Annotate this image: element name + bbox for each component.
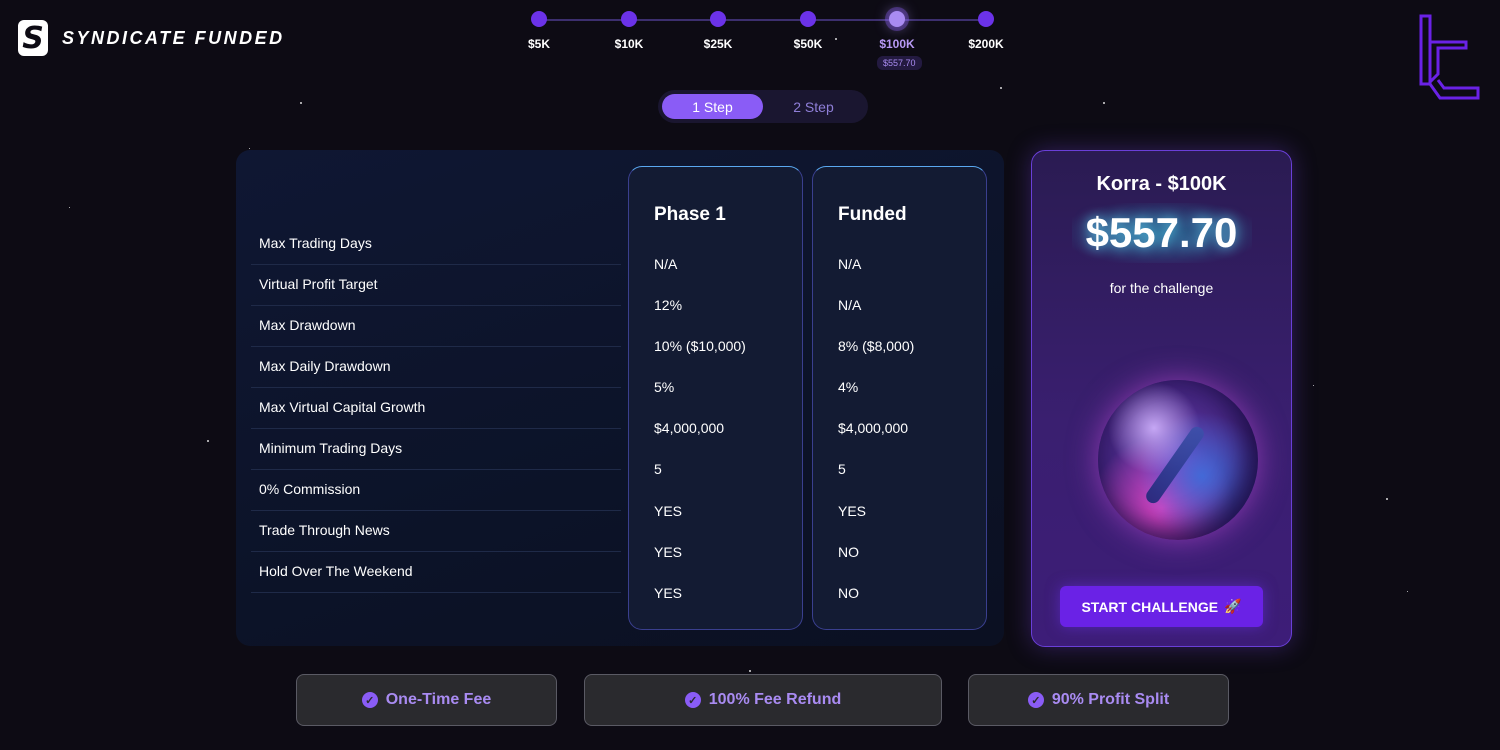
star [69,207,70,208]
slider-stop-label: $25K [703,37,733,51]
star [207,440,209,442]
column-cell: NO [838,544,859,560]
star [1386,498,1388,500]
star [1313,385,1314,386]
slider-dot-active[interactable] [889,11,905,27]
star [249,148,250,149]
feature-profit-split: ✓ 90% Profit Split [968,674,1229,726]
corner-brand-icon [1419,14,1480,100]
slider-stop-25k[interactable]: $25K [688,11,748,51]
challenge-title: Korra - $100K [1096,173,1227,195]
column-cell: YES [838,503,867,519]
planet-image [1098,380,1258,540]
star [1407,591,1408,592]
column-cell: 4% [838,379,859,395]
slider-stop-10k[interactable]: $10K [599,11,659,51]
brand-name: SYNDICATE FUNDED [62,27,285,48]
column-title: Phase 1 [654,204,726,225]
slider-stop-label: $10K [614,37,644,51]
column-cell: 5 [654,461,662,477]
challenge-price: $557.70 [1085,209,1238,256]
slider-price-tag: $557.70 [877,56,922,70]
account-size-slider[interactable]: $5K $10K $25K $50K $100K $200K $557.70 [520,8,1010,78]
slider-stop-5k[interactable]: $5K [509,11,569,51]
rule-label: Max Drawdown [251,306,621,347]
check-badge-icon: ✓ [684,692,701,708]
slider-dot[interactable] [710,11,726,27]
rules-table-panel: Max Trading Days Virtual Profit Target M… [236,150,1004,646]
slider-stop-label: $200K [968,37,1004,51]
brand-logo[interactable]: S SYNDICATE FUNDED [18,20,285,56]
rule-label: Minimum Trading Days [251,429,621,470]
slider-dot[interactable] [531,11,547,27]
step-toggle[interactable]: 1 Step 2 Step [658,90,868,123]
rule-label: Hold Over The Weekend [251,552,621,593]
column-cell: N/A [838,297,862,313]
column-cell: NO [838,585,859,601]
funded-column: Funded N/A N/A 8% ($8,000) 4% $4,000,000… [812,166,987,630]
slider-dot[interactable] [978,11,994,27]
rule-label: Max Virtual Capital Growth [251,388,621,429]
column-cell: YES [654,544,683,560]
rule-label: Max Trading Days [251,224,621,265]
rule-label: Virtual Profit Target [251,265,621,306]
rule-label: 0% Commission [251,470,621,511]
slider-dot[interactable] [621,11,637,27]
star [1000,87,1002,89]
star [1103,102,1105,104]
feature-label: One-Time Fee [385,691,492,708]
column-cell: 5% [654,379,675,395]
rule-label: Trade Through News [251,511,621,552]
column-title: Funded [838,204,907,225]
toggle-1-step[interactable]: 1 Step [662,94,763,119]
column-cell: 10% ($10,000) [654,338,746,354]
toggle-2-step[interactable]: 2 Step [763,94,864,119]
column-cell: $4,000,000 [838,420,909,436]
slider-stop-label: $100K [879,37,915,51]
start-challenge-label: START CHALLENGE [1081,598,1219,615]
price-caption: for the challenge [1109,280,1214,296]
star [749,670,751,672]
column-cell: YES [654,585,683,601]
column-cell: N/A [838,256,862,272]
feature-label: 90% Profit Split [1051,691,1170,708]
slider-stop-label: $50K [793,37,823,51]
slider-stop-50k[interactable]: $50K [778,11,838,51]
start-challenge-button[interactable]: START CHALLENGE 🚀 [1060,586,1263,627]
star [300,102,302,104]
feature-label: 100% Fee Refund [708,691,842,708]
check-badge-icon: ✓ [1027,692,1044,708]
challenge-price-card: Korra - $100K $557.70 for the challenge … [1031,150,1292,647]
column-cell: N/A [654,256,678,272]
planet-streak [1143,424,1207,506]
column-cell: 8% ($8,000) [838,338,915,354]
brand-mark-icon: S [18,20,48,56]
column-cell: 12% [654,297,683,313]
phase-1-column: Phase 1 N/A 12% 10% ($10,000) 5% $4,000,… [628,166,803,630]
column-cell: YES [654,503,683,519]
slider-dot[interactable] [800,11,816,27]
feature-fee-refund: ✓ 100% Fee Refund [584,674,942,726]
check-badge-icon: ✓ [361,692,378,708]
slider-stop-label: $5K [527,37,550,51]
column-cell: $4,000,000 [654,420,725,436]
slider-stop-100k[interactable]: $100K [867,11,927,51]
slider-stop-200k[interactable]: $200K [956,11,1016,51]
feature-one-time-fee: ✓ One-Time Fee [296,674,557,726]
rocket-icon: 🚀 [1224,598,1242,614]
column-cell: 5 [838,461,846,477]
rule-label: Max Daily Drawdown [251,347,621,388]
